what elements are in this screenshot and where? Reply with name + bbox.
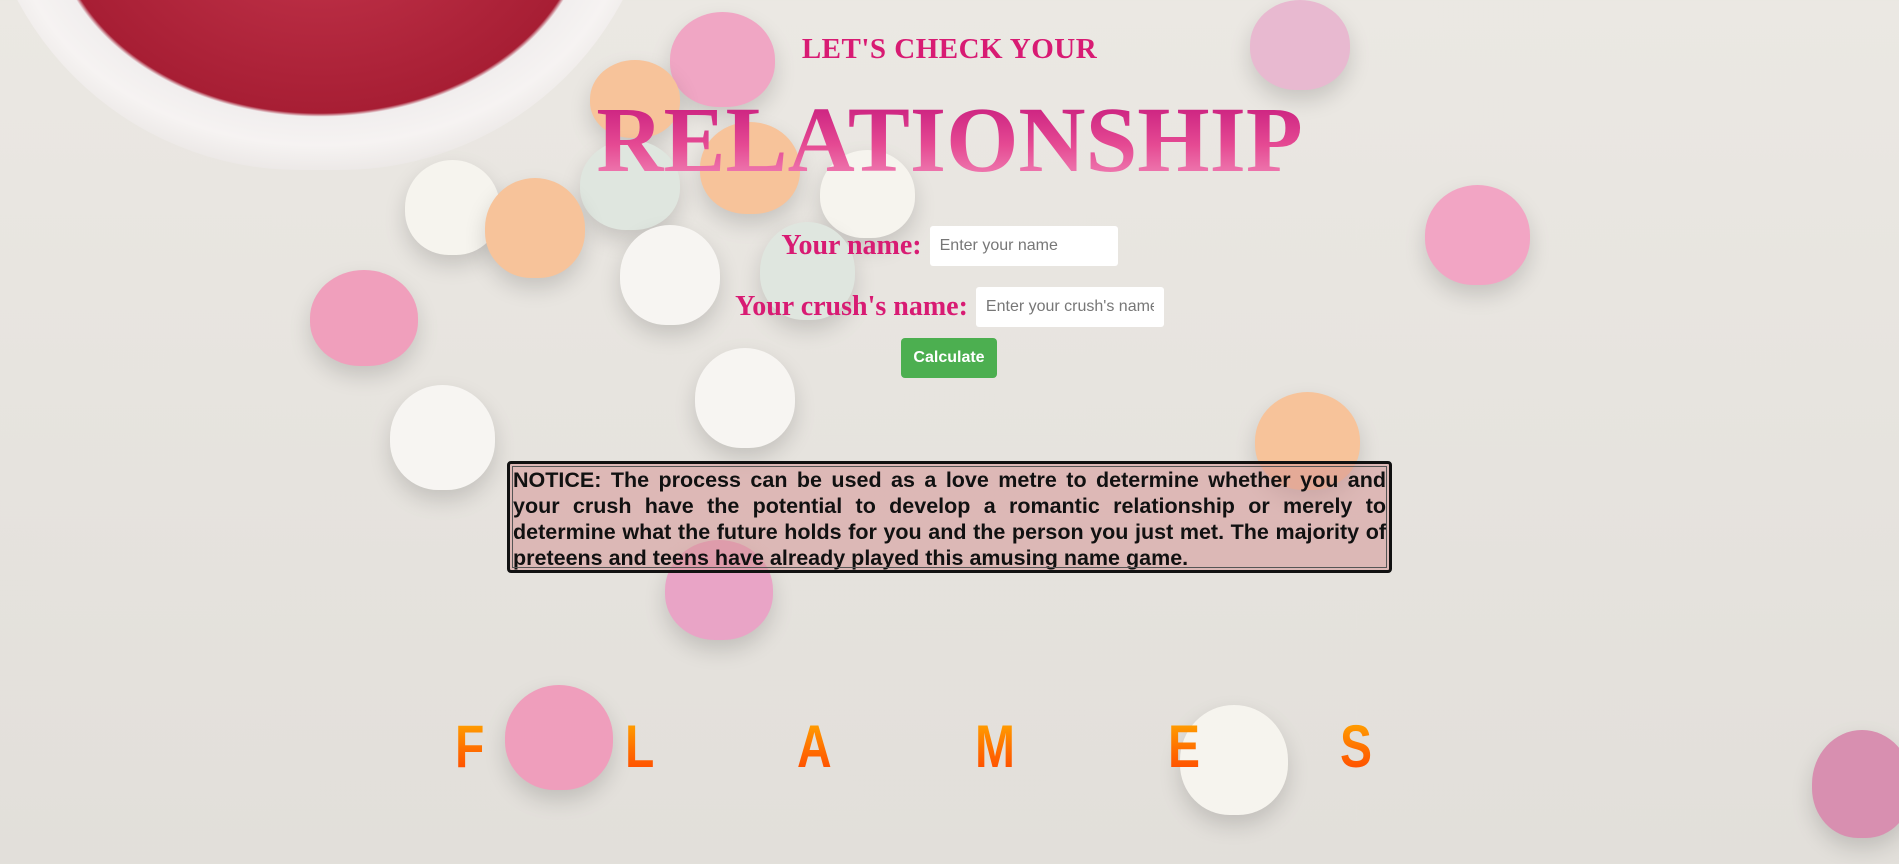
- candy-heart: [390, 385, 495, 490]
- your-name-row: Your name:: [0, 226, 1899, 266]
- candy-heart: [695, 348, 795, 448]
- flames-letter-s: S: [1340, 713, 1373, 780]
- crush-name-row: Your crush's name:: [0, 287, 1899, 327]
- flames-letter-m: M: [975, 713, 1015, 780]
- flames-letter-l: L: [625, 713, 655, 780]
- calculate-button[interactable]: Calculate: [901, 338, 997, 378]
- page-subtitle: LET'S CHECK YOUR: [801, 33, 1098, 65]
- your-name-label: Your name:: [781, 230, 922, 261]
- flames-letters: F L A M E S: [0, 712, 1899, 782]
- your-name-input[interactable]: [929, 226, 1118, 266]
- flames-letter-e: E: [1168, 713, 1201, 780]
- crush-name-input[interactable]: [975, 287, 1164, 327]
- crush-name-label: Your crush's name:: [735, 291, 968, 322]
- flames-letter-f: F: [455, 713, 485, 780]
- notice-box: NOTICE: The process can be used as a lov…: [507, 461, 1392, 573]
- flames-letter-a: A: [797, 713, 832, 780]
- page-title: RELATIONSHIP: [0, 94, 1899, 187]
